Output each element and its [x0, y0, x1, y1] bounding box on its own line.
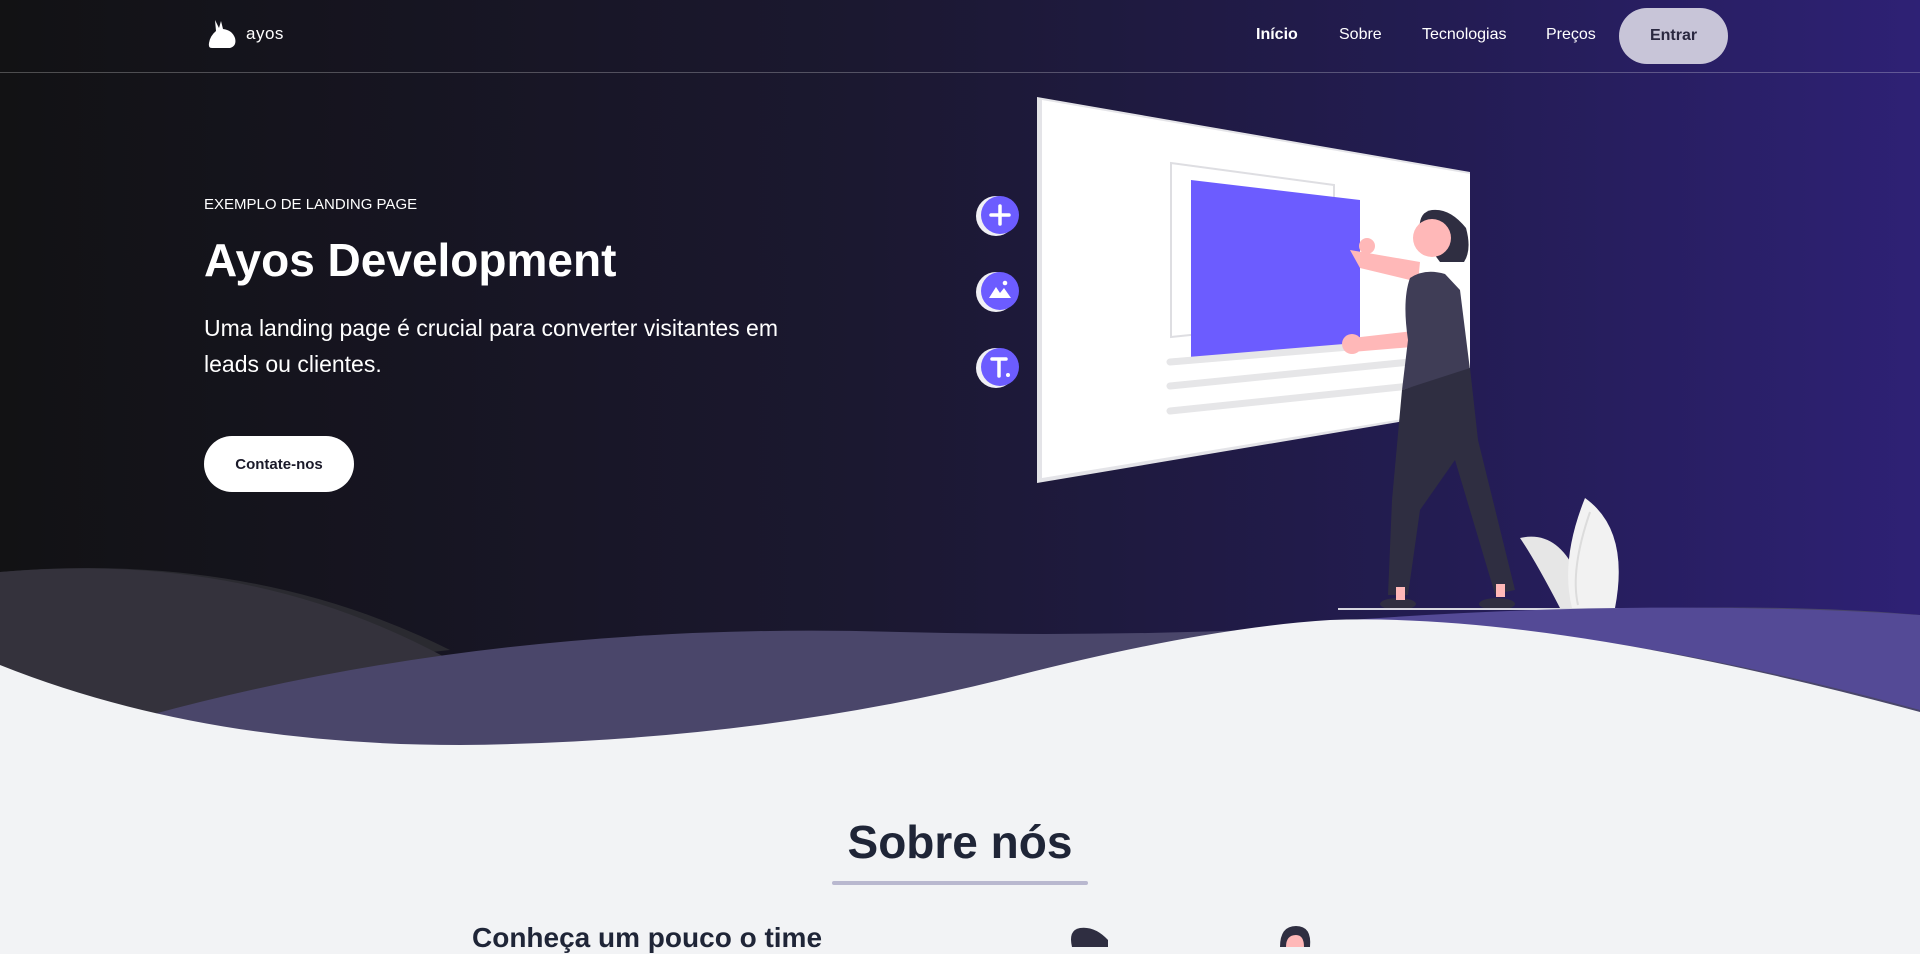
contact-button[interactable]: Contate-nos [204, 436, 354, 492]
hero-wave-divider [0, 568, 1920, 760]
top-navbar: ayos Início Sobre Tecnologias Preços Ent… [0, 0, 1920, 73]
nav-link-inicio[interactable]: Início [1256, 26, 1298, 44]
hero-eyebrow: EXEMPLO DE LANDING PAGE [204, 196, 418, 213]
login-button[interactable]: Entrar [1619, 8, 1728, 64]
plus-icon [976, 196, 1019, 236]
hero-subtitle: Uma landing page é crucial para converte… [204, 315, 779, 377]
nav-link-sobre[interactable]: Sobre [1339, 26, 1382, 44]
hero-illustration [976, 97, 1643, 610]
nav-link-tecnologias[interactable]: Tecnologias [1422, 26, 1507, 44]
hero-title: Ayos Development [204, 234, 617, 286]
nav-link-precos[interactable]: Preços [1546, 26, 1596, 44]
about-section-title: Sobre nós [847, 816, 1073, 868]
team-heading: Conheça um pouco o time [472, 922, 823, 953]
team-illustration [1071, 926, 1311, 947]
text-icon [976, 348, 1019, 388]
bunny-logo-icon [208, 20, 236, 48]
section-title-underline [832, 881, 1088, 885]
image-icon [976, 272, 1019, 312]
brand-name: ayos [246, 24, 284, 43]
brand-logo[interactable]: ayos [206, 18, 284, 50]
